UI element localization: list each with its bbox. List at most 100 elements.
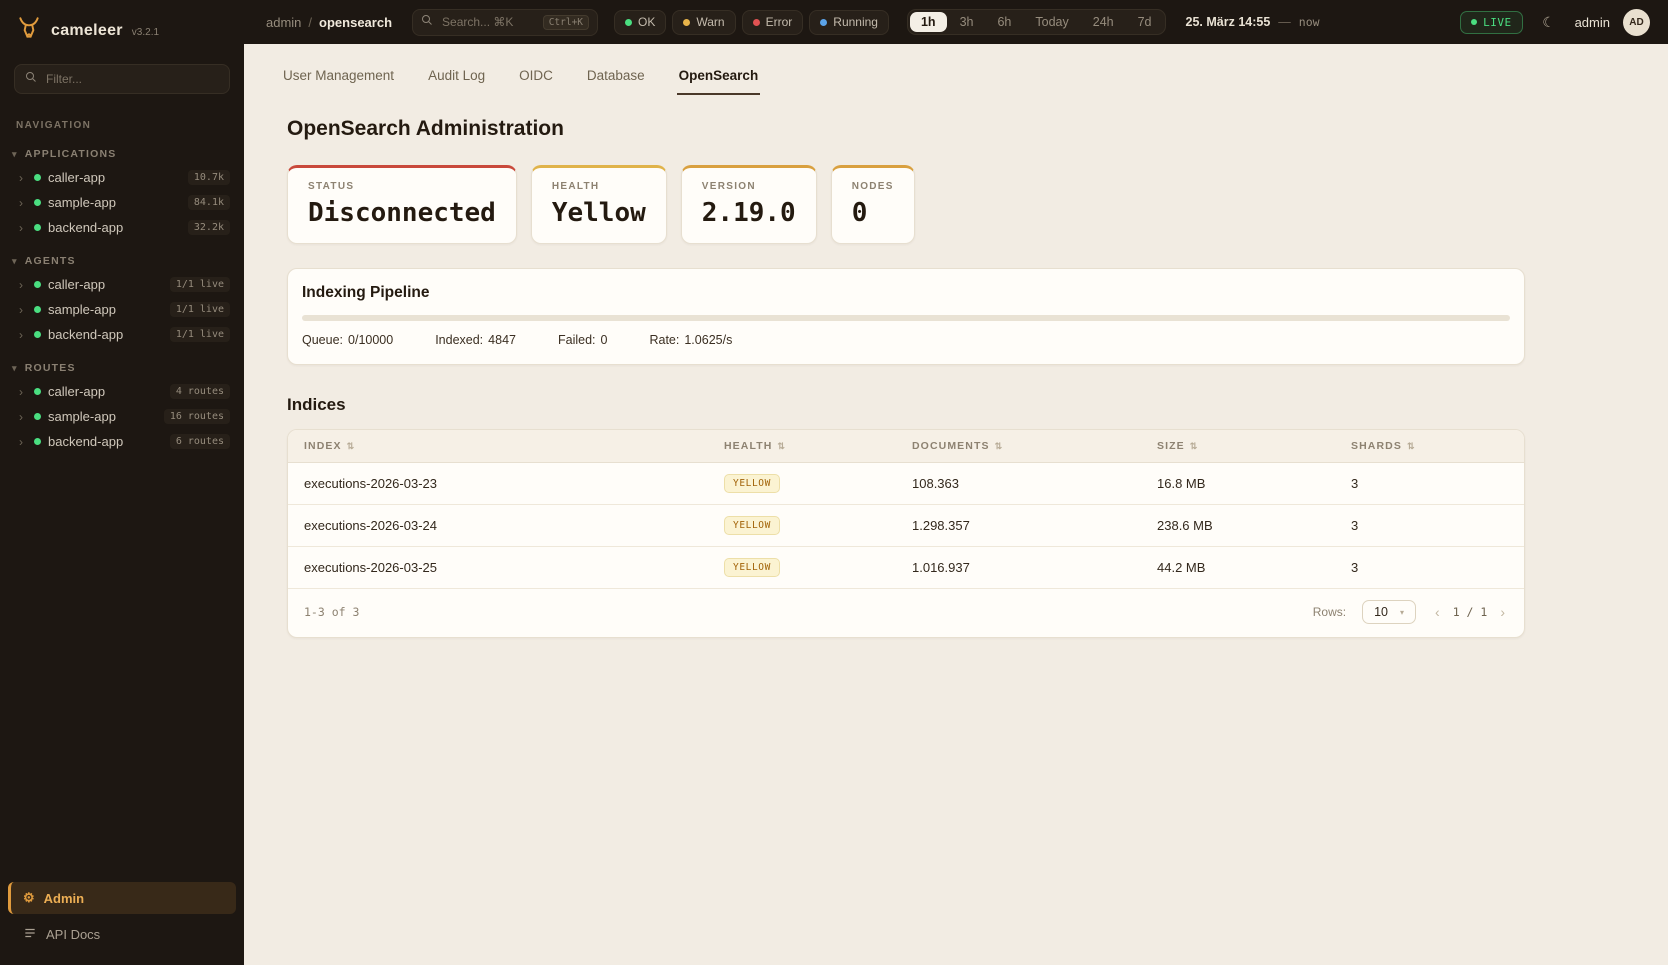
sidebar-item-agents-sample-app[interactable]: › sample-app 1/1 live bbox=[0, 297, 244, 322]
filter-pill-warn[interactable]: Warn bbox=[672, 10, 735, 35]
item-badge: 1/1 live bbox=[170, 302, 230, 317]
cell-shards: 3 bbox=[1335, 463, 1524, 504]
filter-pill-running[interactable]: Running bbox=[809, 10, 889, 35]
sidebar-item-agents-caller-app[interactable]: › caller-app 1/1 live bbox=[0, 272, 244, 297]
table-row[interactable]: executions-2026-03-24 YELLOW 1.298.357 2… bbox=[288, 505, 1524, 547]
tab-audit-log[interactable]: Audit Log bbox=[426, 60, 487, 95]
chevron-right-icon: › bbox=[19, 221, 27, 235]
sidebar-item-routes-backend-app[interactable]: › backend-app 6 routes bbox=[0, 429, 244, 454]
cell-health: YELLOW bbox=[708, 463, 896, 504]
sort-icon: ⇅ bbox=[777, 441, 786, 452]
stat-value: 2.19.0 bbox=[702, 198, 796, 228]
time-range-1h[interactable]: 1h bbox=[910, 12, 947, 32]
chevron-right-icon: › bbox=[19, 385, 27, 399]
running-dot bbox=[820, 19, 827, 26]
column-header-shards[interactable]: SHARDS ⇅ bbox=[1335, 430, 1524, 462]
status-dot bbox=[34, 438, 41, 445]
chevron-down-icon: ▾ bbox=[1400, 608, 1404, 617]
column-header-health[interactable]: HEALTH ⇅ bbox=[708, 430, 896, 462]
sort-icon: ⇅ bbox=[1407, 441, 1416, 452]
tab-oidc[interactable]: OIDC bbox=[517, 60, 555, 95]
date-separator: — bbox=[1278, 15, 1291, 29]
live-toggle[interactable]: LIVE bbox=[1460, 11, 1523, 34]
breadcrumb-root[interactable]: admin bbox=[266, 15, 301, 30]
tab-user-management[interactable]: User Management bbox=[281, 60, 396, 95]
pagination: ‹ 1 / 1 › bbox=[1432, 604, 1508, 620]
rows-per-page-select[interactable]: 10 ▾ bbox=[1362, 600, 1416, 624]
next-page-button[interactable]: › bbox=[1497, 604, 1508, 620]
chevron-down-icon: ▾ bbox=[12, 149, 18, 160]
cell-size: 16.8 MB bbox=[1141, 463, 1335, 504]
time-range-selector: 1h 3h 6h Today 24h 7d bbox=[907, 9, 1166, 35]
section-header-applications[interactable]: ▾ APPLICATIONS bbox=[0, 145, 244, 165]
sidebar-item-routes-sample-app[interactable]: › sample-app 16 routes bbox=[0, 404, 244, 429]
section-label: APPLICATIONS bbox=[25, 148, 117, 160]
item-badge: 84.1k bbox=[188, 195, 230, 210]
stat-card-health: HEALTH Yellow bbox=[531, 165, 667, 244]
pipeline-stat-rate: Rate: 1.0625/s bbox=[649, 333, 732, 347]
filter-input[interactable] bbox=[44, 71, 219, 87]
tab-opensearch[interactable]: OpenSearch bbox=[677, 60, 761, 95]
app-version: v3.2.1 bbox=[132, 27, 159, 38]
admin-tabs: User Management Audit Log OIDC Database … bbox=[281, 44, 1525, 95]
chevron-right-icon: › bbox=[19, 435, 27, 449]
search-icon bbox=[421, 13, 433, 31]
time-range-7d[interactable]: 7d bbox=[1127, 12, 1163, 32]
sort-icon: ⇅ bbox=[347, 441, 356, 452]
theme-toggle[interactable]: ☾ bbox=[1536, 9, 1562, 35]
cell-index: executions-2026-03-23 bbox=[288, 463, 708, 504]
search-input[interactable] bbox=[440, 14, 536, 30]
cell-index: executions-2026-03-25 bbox=[288, 547, 708, 588]
moon-icon: ☾ bbox=[1542, 14, 1555, 31]
column-header-documents[interactable]: DOCUMENTS ⇅ bbox=[896, 430, 1141, 462]
tab-database[interactable]: Database bbox=[585, 60, 647, 95]
sidebar-item-applications-sample-app[interactable]: › sample-app 84.1k bbox=[0, 190, 244, 215]
main-column: admin / opensearch Ctrl+K OK Warn bbox=[244, 0, 1668, 965]
sidebar-item-applications-backend-app[interactable]: › backend-app 32.2k bbox=[0, 215, 244, 240]
breadcrumb-separator: / bbox=[308, 15, 312, 30]
cameleer-logo-icon bbox=[16, 15, 42, 46]
time-range-6h[interactable]: 6h bbox=[986, 12, 1022, 32]
table-row[interactable]: executions-2026-03-25 YELLOW 1.016.937 4… bbox=[288, 547, 1524, 589]
avatar[interactable]: AD bbox=[1623, 9, 1650, 36]
date-range[interactable]: 25. März 14:55 — now bbox=[1186, 15, 1320, 29]
pipeline-stat-failed: Failed: 0 bbox=[558, 333, 607, 347]
error-dot bbox=[753, 19, 760, 26]
time-range-3h[interactable]: 3h bbox=[949, 12, 985, 32]
item-badge: 6 routes bbox=[170, 434, 230, 449]
sidebar-item-routes-caller-app[interactable]: › caller-app 4 routes bbox=[0, 379, 244, 404]
section-label: AGENTS bbox=[25, 255, 76, 267]
sidebar-item-api-docs[interactable]: API Docs bbox=[8, 918, 236, 951]
time-range-24h[interactable]: 24h bbox=[1082, 12, 1125, 32]
filter-pill-ok[interactable]: OK bbox=[614, 10, 666, 35]
cell-health: YELLOW bbox=[708, 505, 896, 546]
filter-pill-error[interactable]: Error bbox=[742, 10, 804, 35]
sidebar-item-admin[interactable]: ⚙ Admin bbox=[8, 882, 236, 914]
section-label: ROUTES bbox=[25, 362, 76, 374]
column-header-size[interactable]: SIZE ⇅ bbox=[1141, 430, 1335, 462]
sidebar-filter bbox=[14, 64, 230, 94]
app-name: cameleer bbox=[51, 22, 123, 40]
prev-page-button[interactable]: ‹ bbox=[1432, 604, 1443, 620]
main-content: User Management Audit Log OIDC Database … bbox=[244, 44, 1668, 965]
sidebar-item-applications-caller-app[interactable]: › caller-app 10.7k bbox=[0, 165, 244, 190]
column-header-index[interactable]: INDEX ⇅ bbox=[288, 430, 708, 462]
cell-health: YELLOW bbox=[708, 547, 896, 588]
time-range-today[interactable]: Today bbox=[1024, 12, 1079, 32]
chevron-right-icon: › bbox=[19, 278, 27, 292]
sidebar-section-applications: ▾ APPLICATIONS › caller-app 10.7k › samp… bbox=[0, 145, 244, 240]
section-header-routes[interactable]: ▾ ROUTES bbox=[0, 359, 244, 379]
cell-size: 238.6 MB bbox=[1141, 505, 1335, 546]
table-footer-right: Rows: 10 ▾ ‹ 1 / 1 › bbox=[1313, 600, 1508, 624]
sidebar-spacer bbox=[0, 454, 244, 876]
pipeline-stat-queue: Queue: 0/10000 bbox=[302, 333, 393, 347]
page-indicator: 1 / 1 bbox=[1453, 605, 1488, 619]
app-logo[interactable]: cameleer v3.2.1 bbox=[0, 0, 244, 58]
stat-label: NODES bbox=[852, 181, 894, 192]
section-header-agents[interactable]: ▾ AGENTS bbox=[0, 252, 244, 272]
stat-card-version: VERSION 2.19.0 bbox=[681, 165, 817, 244]
sidebar-item-agents-backend-app[interactable]: › backend-app 1/1 live bbox=[0, 322, 244, 347]
table-row[interactable]: executions-2026-03-23 YELLOW 108.363 16.… bbox=[288, 463, 1524, 505]
pipeline-stats: Queue: 0/10000 Indexed: 4847 Failed: 0 bbox=[302, 333, 1510, 347]
warn-dot bbox=[683, 19, 690, 26]
